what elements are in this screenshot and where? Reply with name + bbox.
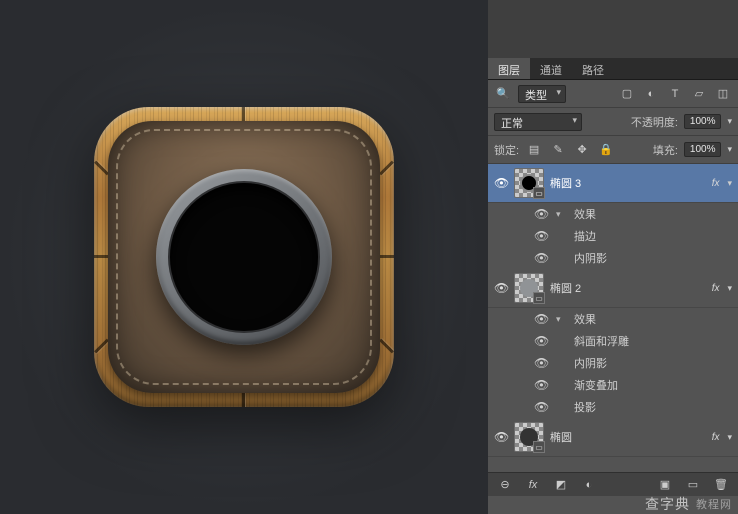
- effect-item[interactable]: 👁 内阴影: [534, 352, 738, 374]
- effects-group: 👁 ▾ 效果 👁 描边 👁 内阴影: [488, 203, 738, 269]
- vector-mask-badge: ▭: [533, 441, 545, 453]
- fill-label: 填充:: [653, 142, 678, 158]
- fx-badge[interactable]: fx: [712, 283, 720, 294]
- visibility-eye-icon[interactable]: 👁: [534, 400, 548, 414]
- layer-name[interactable]: 椭圆: [550, 429, 706, 445]
- icon-artwork: [94, 107, 394, 407]
- visibility-eye-icon[interactable]: 👁: [494, 281, 508, 295]
- layer-row[interactable]: 👁 ▭ 椭圆 fx ▾: [488, 418, 738, 457]
- fill-caret-icon[interactable]: ▾: [727, 144, 732, 155]
- effect-name: 描边: [574, 228, 596, 244]
- group-icon[interactable]: ▣: [656, 476, 674, 494]
- filter-type-icon[interactable]: T: [666, 85, 684, 103]
- tab-paths[interactable]: 路径: [572, 58, 614, 79]
- chevron-down-icon[interactable]: ▾: [727, 178, 732, 189]
- opacity-caret-icon[interactable]: ▾: [727, 116, 732, 127]
- lock-position-icon[interactable]: ✥: [573, 141, 591, 159]
- vector-mask-badge: ▭: [533, 187, 545, 199]
- search-icon[interactable]: 🔍: [494, 85, 512, 103]
- fx-icon[interactable]: fx: [524, 476, 542, 494]
- lock-all-icon[interactable]: 🔒: [597, 141, 615, 159]
- fx-badge[interactable]: fx: [712, 432, 720, 443]
- effect-name: 投影: [574, 399, 596, 415]
- effect-name: 斜面和浮雕: [574, 333, 629, 349]
- visibility-eye-icon[interactable]: 👁: [534, 356, 548, 370]
- tab-layers[interactable]: 图层: [488, 58, 530, 79]
- watermark: 查字典 教程网: [645, 494, 732, 514]
- chevron-down-icon[interactable]: ▾: [727, 283, 732, 294]
- canvas-area: [0, 0, 488, 514]
- layer-name[interactable]: 椭圆 2: [550, 280, 706, 296]
- visibility-eye-icon[interactable]: 👁: [534, 334, 548, 348]
- panel-blank-area: [488, 0, 738, 58]
- effect-name: 渐变叠加: [574, 377, 618, 393]
- visibility-eye-icon[interactable]: 👁: [534, 207, 548, 221]
- link-layers-icon[interactable]: ⊖: [496, 476, 514, 494]
- opacity-label: 不透明度:: [631, 114, 678, 130]
- visibility-eye-icon[interactable]: 👁: [534, 251, 548, 265]
- lock-label: 锁定:: [494, 142, 519, 158]
- layer-thumbnail[interactable]: ▭: [514, 168, 544, 198]
- opacity-value[interactable]: 100%: [684, 114, 722, 129]
- visibility-eye-icon[interactable]: 👁: [494, 176, 508, 190]
- visibility-eye-icon[interactable]: 👁: [534, 312, 548, 326]
- lock-row: 锁定: ▤ ✎ ✥ 🔒 填充: 100% ▾: [488, 136, 738, 164]
- vector-mask-badge: ▭: [533, 292, 545, 304]
- layer-row[interactable]: 👁 ▭ 椭圆 3 fx ▾: [488, 164, 738, 203]
- blend-row: 正常 不透明度: 100% ▾: [488, 108, 738, 136]
- panel-bottom-toolbar: ⊖ fx ◩ ◐ ▣ ▭ 🗑: [488, 472, 738, 496]
- tab-channels[interactable]: 通道: [530, 58, 572, 79]
- adjustment-icon[interactable]: ◐: [580, 476, 598, 494]
- blend-mode-dropdown[interactable]: 正常: [494, 113, 582, 131]
- layer-row[interactable]: 👁 ▭ 椭圆 2 fx ▾: [488, 269, 738, 308]
- effect-item[interactable]: 👁 斜面和浮雕: [534, 330, 738, 352]
- visibility-eye-icon[interactable]: 👁: [534, 378, 548, 392]
- fx-badge[interactable]: fx: [712, 178, 720, 189]
- new-layer-icon[interactable]: ▭: [684, 476, 702, 494]
- filter-adjust-icon[interactable]: ◐: [642, 85, 660, 103]
- effects-label: 效果: [574, 311, 596, 327]
- layers-panel: 图层 通道 路径 🔍 类型 ▢ ◐ T ▱ ◫ 正常 不透明度: 100% ▾ …: [488, 0, 738, 514]
- filter-shape-icon[interactable]: ▱: [690, 85, 708, 103]
- watermark-text: 教程网: [696, 496, 732, 512]
- effect-name: 内阴影: [574, 250, 607, 266]
- effect-item[interactable]: 👁 描边: [534, 225, 738, 247]
- filter-smart-icon[interactable]: ◫: [714, 85, 732, 103]
- layer-thumbnail[interactable]: ▭: [514, 422, 544, 452]
- visibility-eye-icon[interactable]: 👁: [534, 229, 548, 243]
- lock-transparency-icon[interactable]: ▤: [525, 141, 543, 159]
- layers-list: 👁▭椭圆 3fx▾👁▾效果👁描边👁内阴影👁▭椭圆 2fx▾👁▾效果👁斜面和浮雕👁…: [488, 164, 738, 494]
- effect-item[interactable]: 👁 内阴影: [534, 247, 738, 269]
- filter-type-dropdown[interactable]: 类型: [518, 85, 566, 103]
- lens-black: [170, 183, 318, 331]
- chevron-down-icon[interactable]: ▾: [556, 209, 566, 220]
- effects-label: 效果: [574, 206, 596, 222]
- mask-icon[interactable]: ◩: [552, 476, 570, 494]
- filter-pixel-icon[interactable]: ▢: [618, 85, 636, 103]
- filter-row: 🔍 类型 ▢ ◐ T ▱ ◫: [488, 80, 738, 108]
- fill-value[interactable]: 100%: [684, 142, 722, 157]
- layer-thumbnail[interactable]: ▭: [514, 273, 544, 303]
- effects-group: 👁 ▾ 效果 👁 斜面和浮雕 👁 内阴影 👁 渐变叠加 👁 投影: [488, 308, 738, 418]
- chevron-down-icon[interactable]: ▾: [727, 432, 732, 443]
- effect-name: 内阴影: [574, 355, 607, 371]
- visibility-eye-icon[interactable]: 👁: [494, 430, 508, 444]
- chevron-down-icon[interactable]: ▾: [556, 314, 566, 325]
- trash-icon[interactable]: 🗑: [712, 476, 730, 494]
- watermark-logo: 查字典: [645, 494, 690, 514]
- layer-name[interactable]: 椭圆 3: [550, 175, 706, 191]
- effect-item[interactable]: 👁 投影: [534, 396, 738, 418]
- effect-item[interactable]: 👁 渐变叠加: [534, 374, 738, 396]
- lock-brush-icon[interactable]: ✎: [549, 141, 567, 159]
- metal-ring: [156, 169, 332, 345]
- panel-tabs: 图层 通道 路径: [488, 58, 738, 80]
